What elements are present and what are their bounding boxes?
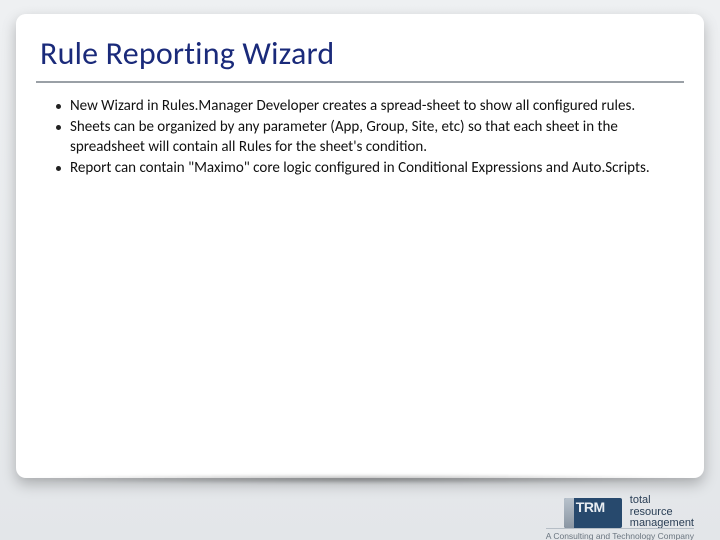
slide-title: Rule Reporting Wizard	[34, 34, 686, 81]
logo-mark-icon: TRM	[564, 498, 622, 528]
bullet-item: Sheets can be organized by any parameter…	[56, 118, 678, 156]
trm-logo: TRM total resource management	[564, 495, 694, 530]
content-card: Rule Reporting Wizard New Wizard in Rule…	[16, 14, 704, 478]
bullet-item: Report can contain "Maximo" core logic c…	[56, 159, 678, 178]
logo-wordmark: total resource management	[630, 495, 694, 530]
logo-tagline: A Consulting and Technology Company	[546, 528, 694, 540]
bullet-item: New Wizard in Rules.Manager Developer cr…	[56, 97, 678, 116]
logo-mark-text: TRM	[576, 500, 605, 514]
footer: TRM total resource management A Consulti…	[0, 470, 720, 540]
slide-stage: Rule Reporting Wizard New Wizard in Rule…	[0, 0, 720, 540]
bullet-list: New Wizard in Rules.Manager Developer cr…	[34, 97, 686, 178]
title-divider	[36, 81, 684, 83]
